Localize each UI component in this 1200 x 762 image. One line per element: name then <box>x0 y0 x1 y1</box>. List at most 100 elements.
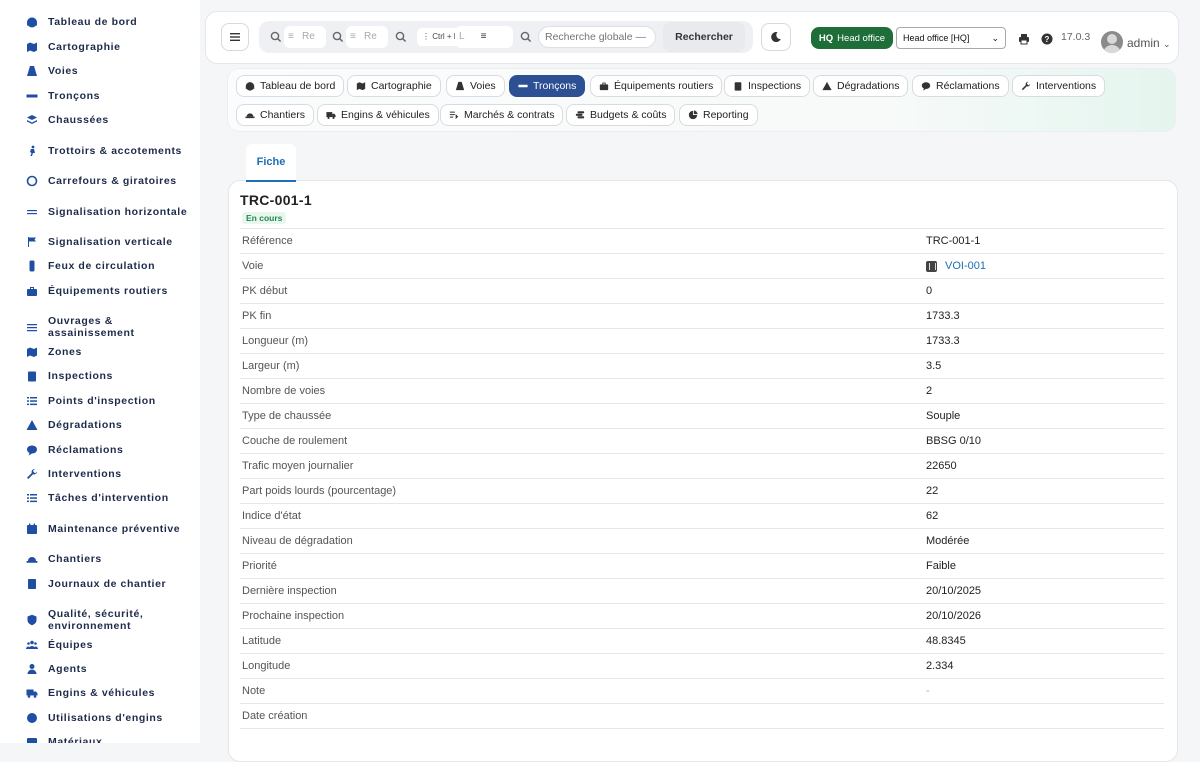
sidebar-item-1[interactable]: Tableau de bord <box>26 16 137 28</box>
sidebar-item-14[interactable]: Inspections <box>26 370 113 382</box>
field-label: Niveau de dégradation <box>242 535 353 547</box>
sidebar-item-26[interactable]: Engins & véhicules <box>26 687 155 699</box>
module-tab-6[interactable]: Inspections <box>724 75 811 97</box>
sidebar-item-label: Signalisation horizontale <box>48 206 188 218</box>
field-row: PK début 0 <box>240 278 1164 303</box>
field-row: Dernière inspection 20/10/2025 <box>240 578 1164 603</box>
traffic-light-icon <box>26 260 38 272</box>
mini-search-input-3[interactable]: L ≡ <box>455 26 513 48</box>
menu-toggle-button[interactable] <box>221 23 249 51</box>
user-menu[interactable]: admin ⌄ <box>1127 36 1171 50</box>
sidebar-item-19[interactable]: Tâches d'intervention <box>26 492 169 504</box>
module-tab-13[interactable]: Budgets & coûts <box>566 104 676 126</box>
module-tab-5[interactable]: Équipements routiers <box>590 75 723 97</box>
sidebar-item-label: Dégradations <box>48 419 123 431</box>
module-tab-label: Budgets & coûts <box>590 109 667 121</box>
module-tab-label: Équipements routiers <box>614 80 714 92</box>
sidebar-item-16[interactable]: Dégradations <box>26 419 122 431</box>
module-tab-8[interactable]: Réclamations <box>912 75 1009 97</box>
module-tab-12[interactable]: Marchés & contrats <box>440 104 564 126</box>
sidebar-item-3[interactable]: Voies <box>26 65 78 77</box>
sidebar-item-24[interactable]: Équipes <box>26 639 93 651</box>
sidebar-item-22[interactable]: Journaux de chantier <box>26 578 166 590</box>
sidebar-item-label: Signalisation verticale <box>48 236 173 248</box>
roundabout-icon <box>26 175 38 187</box>
sidebar-item-27[interactable]: Utilisations d'engins <box>26 712 163 724</box>
module-tab-9[interactable]: Interventions <box>1012 75 1106 97</box>
field-row: Type de chaussée Souple <box>240 403 1164 428</box>
global-search-input[interactable] <box>538 26 656 48</box>
road-icon <box>455 81 465 91</box>
module-tab-2[interactable]: Cartographie <box>347 75 441 97</box>
search-icon[interactable] <box>520 30 532 43</box>
search-icon[interactable] <box>332 30 344 43</box>
field-label: Latitude <box>242 635 282 647</box>
mini-search-input-1[interactable]: ≡ Re <box>284 26 326 48</box>
print-icon[interactable] <box>1018 32 1030 45</box>
sidebar-item-5[interactable]: Chaussées <box>26 114 109 126</box>
chevron-down-icon: ⌄ <box>991 32 999 43</box>
company-badge[interactable]: HQ Head office <box>811 27 893 49</box>
field-value: 22650 <box>926 460 957 472</box>
sidebar-item-label: Agents <box>48 663 88 675</box>
sidebar-item-label: Tâches d'intervention <box>48 492 169 504</box>
sidebar-item-18[interactable]: Interventions <box>26 468 122 480</box>
module-tab-label: Cartographie <box>371 80 432 92</box>
pie-icon <box>688 110 698 120</box>
sidebar-item-6[interactable]: Trottoirs & accotements <box>26 145 182 157</box>
search-icon[interactable] <box>270 30 282 43</box>
sidebar-item-4[interactable]: Tronçons <box>26 90 100 102</box>
sidebar-item-15[interactable]: Points d'inspection <box>26 395 156 407</box>
sidebar-item-23[interactable]: Qualité, sécurité, environnement <box>26 608 188 632</box>
wrench-icon <box>26 468 38 480</box>
module-tab-10[interactable]: Chantiers <box>236 104 314 126</box>
sidebar-item-label: Tableau de bord <box>48 16 138 28</box>
zones-icon <box>26 346 38 358</box>
kebab-icon: ⋮ <box>422 32 433 41</box>
sidebar-item-7[interactable]: Carrefours & giratoires <box>26 175 177 187</box>
field-label: Trafic moyen journalier <box>242 460 354 472</box>
sidebar-item-label: Ouvrages & assainissement <box>48 315 135 339</box>
voie-link[interactable]: VOI-001 <box>945 260 986 272</box>
module-tab-1[interactable]: Tableau de bord <box>236 75 345 97</box>
sidebar-item-10[interactable]: Feux de circulation <box>26 260 155 272</box>
field-row: Note - <box>240 678 1164 703</box>
sidebar-item-20[interactable]: Maintenance préventive <box>26 523 180 535</box>
search-button[interactable]: Rechercher <box>663 22 745 52</box>
sidebar-item-2[interactable]: Cartographie <box>26 41 121 53</box>
sidebar-item-21[interactable]: Chantiers <box>26 553 102 565</box>
module-tab-3[interactable]: Voies <box>446 75 505 97</box>
module-tab-4[interactable]: Tronçons <box>509 75 586 97</box>
field-label: Longitude <box>242 660 291 672</box>
search-icon[interactable] <box>395 30 407 43</box>
company-select[interactable]: Head office [HQ] ⌄ <box>896 27 1006 49</box>
sidebar-item-17[interactable]: Réclamations <box>26 444 123 456</box>
module-tab-14[interactable]: Reporting <box>679 104 758 126</box>
map-icon <box>26 41 38 53</box>
moon-icon <box>771 32 781 43</box>
field-label: Note <box>242 685 266 697</box>
avatar[interactable] <box>1101 31 1123 53</box>
module-tab-7[interactable]: Dégradations <box>813 75 909 97</box>
user-name: admin <box>1127 36 1160 50</box>
mini-search-input-2[interactable]: ≡ Re <box>346 26 388 48</box>
field-value[interactable]: VOI-001 <box>926 260 986 272</box>
field-row: Référence TRC-001-1 <box>240 228 1164 253</box>
contract-icon <box>449 110 459 120</box>
module-tab-11[interactable]: Engins & véhicules <box>317 104 439 126</box>
user-icon <box>26 663 38 675</box>
sidebar-item-11[interactable]: Équipements routiers <box>26 285 168 297</box>
search-bar: ≡Re ≡Re ⋮ Ctrl + K L≡ Rechercher <box>259 21 753 53</box>
clipboard-icon <box>26 370 38 382</box>
sidebar-item-9[interactable]: Signalisation verticale <box>26 236 173 248</box>
sidebar-item-label: Voies <box>48 65 79 77</box>
help-icon[interactable]: ? <box>1041 32 1053 45</box>
dark-mode-toggle[interactable] <box>761 23 791 51</box>
calendar-icon <box>26 523 38 535</box>
sidebar-item-12[interactable]: Ouvrages & assainissement <box>26 315 188 339</box>
tab-fiche[interactable]: Fiche <box>246 144 296 182</box>
sidebar-item-28[interactable]: Matériaux <box>26 736 102 743</box>
sidebar-item-13[interactable]: Zones <box>26 346 82 358</box>
sidebar-item-8[interactable]: Signalisation horizontale <box>26 206 187 218</box>
sidebar-item-25[interactable]: Agents <box>26 663 87 675</box>
